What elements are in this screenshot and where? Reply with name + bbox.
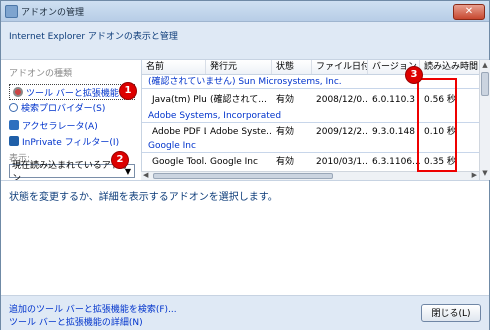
cell-status: 有効: [276, 127, 295, 137]
addon-types-title: アドオンの種類: [9, 69, 73, 79]
scroll-up-icon[interactable]: ▲: [481, 61, 489, 71]
cell-name: Adobe PDF L...: [152, 127, 206, 137]
gear-icon: [13, 87, 23, 97]
addon-types-panel: アドオンの種類 ツール バーと拡張機能(T) 検索プロバイダー(S) アクセラレ…: [1, 60, 139, 184]
cell-publisher: (確認されて...: [210, 95, 267, 105]
footer: 追加のツール バーと拡張機能を検索(F)... ツール バーと拡張機能の詳細(N…: [1, 295, 489, 330]
cell-date: 2010/03/1...: [316, 157, 368, 167]
callout-badge-1: 1: [119, 82, 137, 100]
scroll-down-icon[interactable]: ▼: [481, 169, 489, 179]
table-header: 名前 発行元 状態 ファイル日付 バージョン 読み込み時間: [142, 60, 480, 75]
cell-date: 2008/12/0...: [316, 95, 368, 105]
main-panel: アドオンの種類 ツール バーと拡張機能(T) 検索プロバイダー(S) アクセラレ…: [1, 60, 490, 296]
sidebar-item-label: ツール バーと拡張機能(T): [26, 88, 132, 99]
detail-prompt: 状態を変更するか、詳細を表示するアドオンを選択します。: [9, 192, 278, 203]
chevron-down-icon: ▼: [124, 167, 131, 176]
inprivate-icon: [9, 136, 19, 146]
title-bar: アドオンの管理 ✕: [1, 1, 489, 22]
accelerator-icon: [9, 120, 19, 130]
scroll-right-icon[interactable]: ▶: [472, 171, 477, 179]
cell-status: 有効: [276, 95, 295, 105]
column-header-name[interactable]: 名前: [142, 60, 206, 74]
column-header-status[interactable]: 状態: [272, 60, 312, 74]
sidebar-item-search[interactable]: 検索プロバイダー(S): [9, 100, 105, 114]
scroll-thumb[interactable]: [481, 72, 489, 96]
cell-status: 有効: [276, 157, 295, 167]
vertical-scrollbar[interactable]: ▲ ▼: [479, 60, 490, 180]
search-icon: [9, 102, 18, 112]
cell-name: Java(tm) Plu...: [152, 95, 206, 105]
callout-badge-2: 2: [111, 151, 129, 169]
sidebar-item-label: InPrivate フィルター(I): [22, 137, 120, 148]
sidebar-item-accelerators[interactable]: アクセラレータ(A): [9, 118, 98, 132]
cell-version: 6.3.1106....: [372, 157, 420, 167]
cell-date: 2009/12/2...: [316, 127, 368, 137]
cell-publisher: Google Inc: [210, 157, 258, 167]
column-header-publisher[interactable]: 発行元: [206, 60, 272, 74]
window-close-button[interactable]: ✕: [453, 4, 485, 20]
load-time-highlight: [417, 78, 457, 172]
close-button[interactable]: 閉じる(L): [421, 304, 481, 322]
addon-manager-window: アドオンの管理 ✕ Internet Explorer アドオンの表示と管理 ア…: [0, 0, 490, 330]
column-header-date[interactable]: ファイル日付: [312, 60, 368, 74]
sidebar-item-toolbars[interactable]: ツール バーと拡張機能(T): [9, 84, 136, 100]
app-icon: [5, 5, 18, 18]
scroll-left-icon[interactable]: ◀: [143, 171, 148, 179]
page-subtitle: Internet Explorer アドオンの表示と管理: [9, 32, 178, 42]
cell-name: Google Tool...: [152, 157, 206, 167]
window-title: アドオンの管理: [21, 8, 85, 18]
learn-more-link[interactable]: ツール バーと拡張機能の詳細(N): [9, 315, 143, 328]
scroll-thumb[interactable]: [153, 173, 333, 179]
sidebar-item-inprivate[interactable]: InPrivate フィルター(I): [9, 134, 119, 148]
column-header-load-time[interactable]: 読み込み時間: [420, 60, 480, 74]
detail-area: 状態を変更するか、詳細を表示するアドオンを選択します。: [1, 180, 489, 296]
cell-version: 9.3.0.148: [372, 127, 415, 137]
sidebar-item-label: 検索プロバイダー(S): [21, 103, 106, 114]
cell-publisher: Adobe Syste...: [210, 127, 272, 137]
cell-version: 6.0.110.3: [372, 95, 415, 105]
sidebar-item-label: アクセラレータ(A): [22, 121, 98, 132]
find-more-link[interactable]: 追加のツール バーと拡張機能を検索(F)...: [9, 302, 177, 315]
callout-badge-3: 3: [405, 66, 423, 84]
